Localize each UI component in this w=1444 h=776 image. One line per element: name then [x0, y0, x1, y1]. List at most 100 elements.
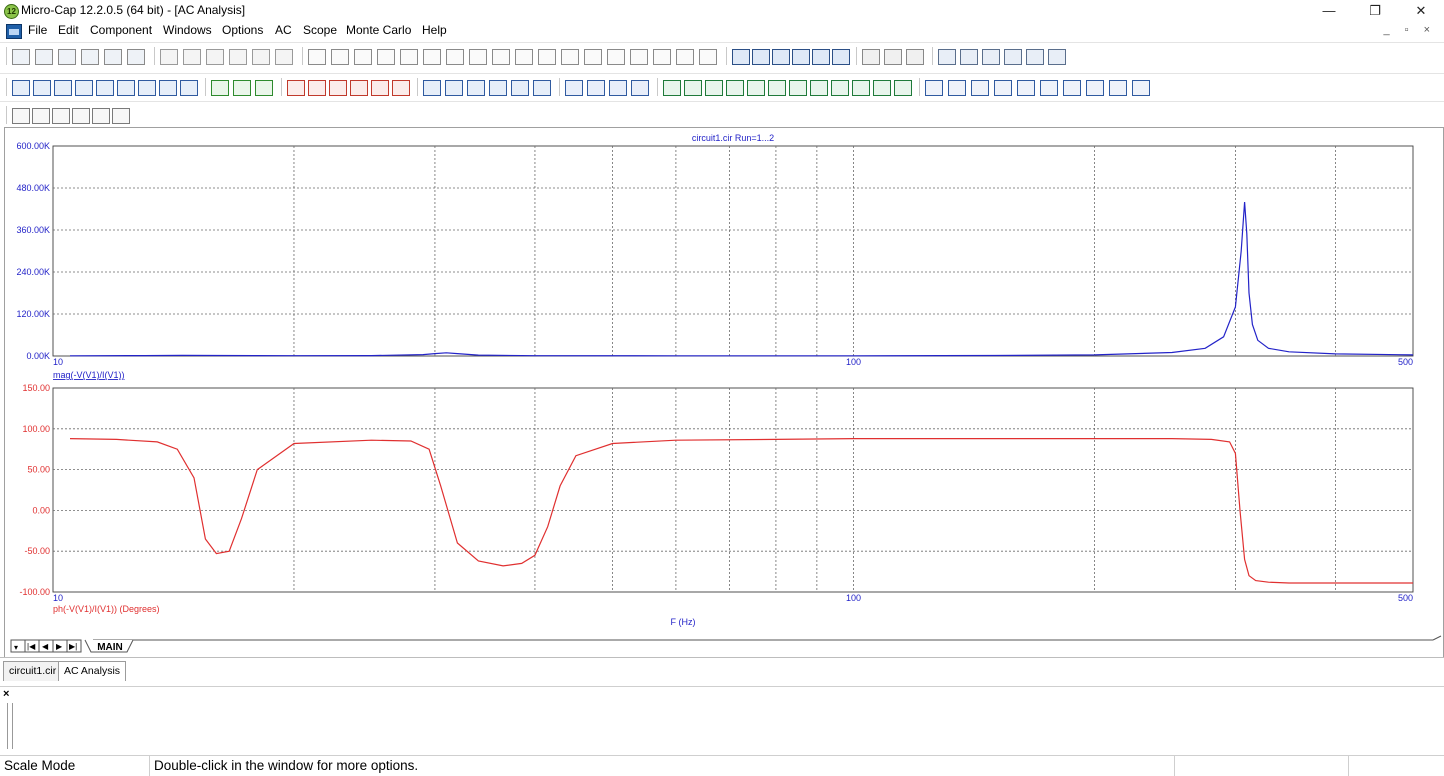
plot-window[interactable]: circuit1.cir Run=1...2 600.00K 480.00K 3…: [4, 127, 1444, 659]
cursor-tool-icon[interactable]: [684, 80, 702, 96]
component-tool-icon[interactable]: [469, 49, 487, 65]
layout-tool-icon[interactable]: [489, 80, 507, 96]
edit-tool-icon[interactable]: [229, 49, 247, 65]
layout-tool-icon[interactable]: [533, 80, 551, 96]
close-icon[interactable]: ×: [3, 688, 9, 700]
menu-options[interactable]: Options: [222, 23, 263, 37]
bottom-y-axis-label[interactable]: ph(-V(V1)/I(V1)) (Degrees): [53, 604, 160, 614]
run-tool-icon[interactable]: [211, 80, 229, 96]
misc-tool-icon[interactable]: [1109, 80, 1127, 96]
misc-tool-icon[interactable]: [925, 80, 943, 96]
component-tool-icon[interactable]: [699, 49, 717, 65]
window-tool-icon[interactable]: [732, 49, 750, 65]
cursor-tool-icon[interactable]: [768, 80, 786, 96]
file-tool-icon[interactable]: [58, 49, 76, 65]
tab-ac-analysis[interactable]: AC Analysis: [58, 661, 127, 681]
cursor-tool-icon[interactable]: [831, 80, 849, 96]
edit-tool-icon[interactable]: [252, 49, 270, 65]
file-tool-icon[interactable]: [81, 49, 99, 65]
edit-tool-icon[interactable]: [183, 49, 201, 65]
file-tool-icon[interactable]: [35, 49, 53, 65]
misc-tool-icon[interactable]: [1017, 80, 1035, 96]
component-tool-icon[interactable]: [653, 49, 671, 65]
component-tool-icon[interactable]: [331, 49, 349, 65]
menu-ac[interactable]: AC: [275, 23, 292, 37]
align-tool-icon[interactable]: [32, 108, 50, 124]
select-tool-icon[interactable]: [117, 80, 135, 96]
zoom-tool-icon[interactable]: [587, 80, 605, 96]
scale-tool-icon[interactable]: [308, 80, 326, 96]
menu-component[interactable]: Component: [90, 23, 152, 37]
analysis-tool-icon[interactable]: [1026, 49, 1044, 65]
layout-tool-icon[interactable]: [511, 80, 529, 96]
layout-tool-icon[interactable]: [445, 80, 463, 96]
select-tool-icon[interactable]: [75, 80, 93, 96]
cursor-tool-icon[interactable]: [747, 80, 765, 96]
menu-scope[interactable]: Scope: [303, 23, 337, 37]
close-button[interactable]: ✕: [1398, 0, 1444, 21]
component-tool-icon[interactable]: [676, 49, 694, 65]
component-tool-icon[interactable]: [607, 49, 625, 65]
layout-tool-icon[interactable]: [467, 80, 485, 96]
select-tool-icon[interactable]: [180, 80, 198, 96]
menu-help[interactable]: Help: [422, 23, 447, 37]
component-tool-icon[interactable]: [308, 49, 326, 65]
cursor-tool-icon[interactable]: [789, 80, 807, 96]
menu-monte-carlo[interactable]: Monte Carlo: [346, 23, 411, 37]
analysis-tool-icon[interactable]: [982, 49, 1000, 65]
misc-tool-icon[interactable]: [1040, 80, 1058, 96]
tab-circuit1[interactable]: circuit1.cir: [3, 661, 63, 681]
menu-windows[interactable]: Windows: [163, 23, 212, 37]
menu-edit[interactable]: Edit: [58, 23, 79, 37]
scale-tool-icon[interactable]: [287, 80, 305, 96]
component-tool-icon[interactable]: [584, 49, 602, 65]
cursor-tool-icon[interactable]: [852, 80, 870, 96]
select-tool-icon[interactable]: [33, 80, 51, 96]
restore-button[interactable]: ❐: [1352, 0, 1398, 21]
top-y-axis-label[interactable]: mag(-V(V1)/I(V1)): [53, 370, 125, 380]
cursor-tool-icon[interactable]: [705, 80, 723, 96]
align-tool-icon[interactable]: [92, 108, 110, 124]
window-tool-icon[interactable]: [772, 49, 790, 65]
document-window-icon[interactable]: [6, 24, 22, 39]
view-tool-icon[interactable]: [906, 49, 924, 65]
layout-tool-icon[interactable]: [423, 80, 441, 96]
component-tool-icon[interactable]: [561, 49, 579, 65]
file-tool-icon[interactable]: [104, 49, 122, 65]
file-tool-icon[interactable]: [127, 49, 145, 65]
menu-file[interactable]: File: [28, 23, 47, 37]
file-tool-icon[interactable]: [12, 49, 30, 65]
analysis-tool-icon[interactable]: [938, 49, 956, 65]
align-tool-icon[interactable]: [112, 108, 130, 124]
scale-tool-icon[interactable]: [392, 80, 410, 96]
scale-tool-icon[interactable]: [371, 80, 389, 96]
window-tool-icon[interactable]: [832, 49, 850, 65]
misc-tool-icon[interactable]: [1132, 80, 1150, 96]
select-tool-icon[interactable]: [159, 80, 177, 96]
misc-tool-icon[interactable]: [1086, 80, 1104, 96]
component-tool-icon[interactable]: [515, 49, 533, 65]
minimize-button[interactable]: —: [1306, 0, 1352, 21]
component-tool-icon[interactable]: [354, 49, 372, 65]
view-tool-icon[interactable]: [884, 49, 902, 65]
window-tool-icon[interactable]: [792, 49, 810, 65]
component-tool-icon[interactable]: [538, 49, 556, 65]
run-tool-icon[interactable]: [255, 80, 273, 96]
component-tool-icon[interactable]: [423, 49, 441, 65]
scale-tool-icon[interactable]: [329, 80, 347, 96]
component-tool-icon[interactable]: [400, 49, 418, 65]
edit-tool-icon[interactable]: [160, 49, 178, 65]
component-tool-icon[interactable]: [630, 49, 648, 65]
component-tool-icon[interactable]: [377, 49, 395, 65]
misc-tool-icon[interactable]: [994, 80, 1012, 96]
view-tool-icon[interactable]: [862, 49, 880, 65]
output-pane[interactable]: ×: [0, 686, 1444, 753]
cursor-tool-icon[interactable]: [726, 80, 744, 96]
component-tool-icon[interactable]: [446, 49, 464, 65]
align-tool-icon[interactable]: [12, 108, 30, 124]
scale-tool-icon[interactable]: [350, 80, 368, 96]
analysis-tool-icon[interactable]: [960, 49, 978, 65]
misc-tool-icon[interactable]: [1063, 80, 1081, 96]
cursor-tool-icon[interactable]: [873, 80, 891, 96]
zoom-tool-icon[interactable]: [565, 80, 583, 96]
